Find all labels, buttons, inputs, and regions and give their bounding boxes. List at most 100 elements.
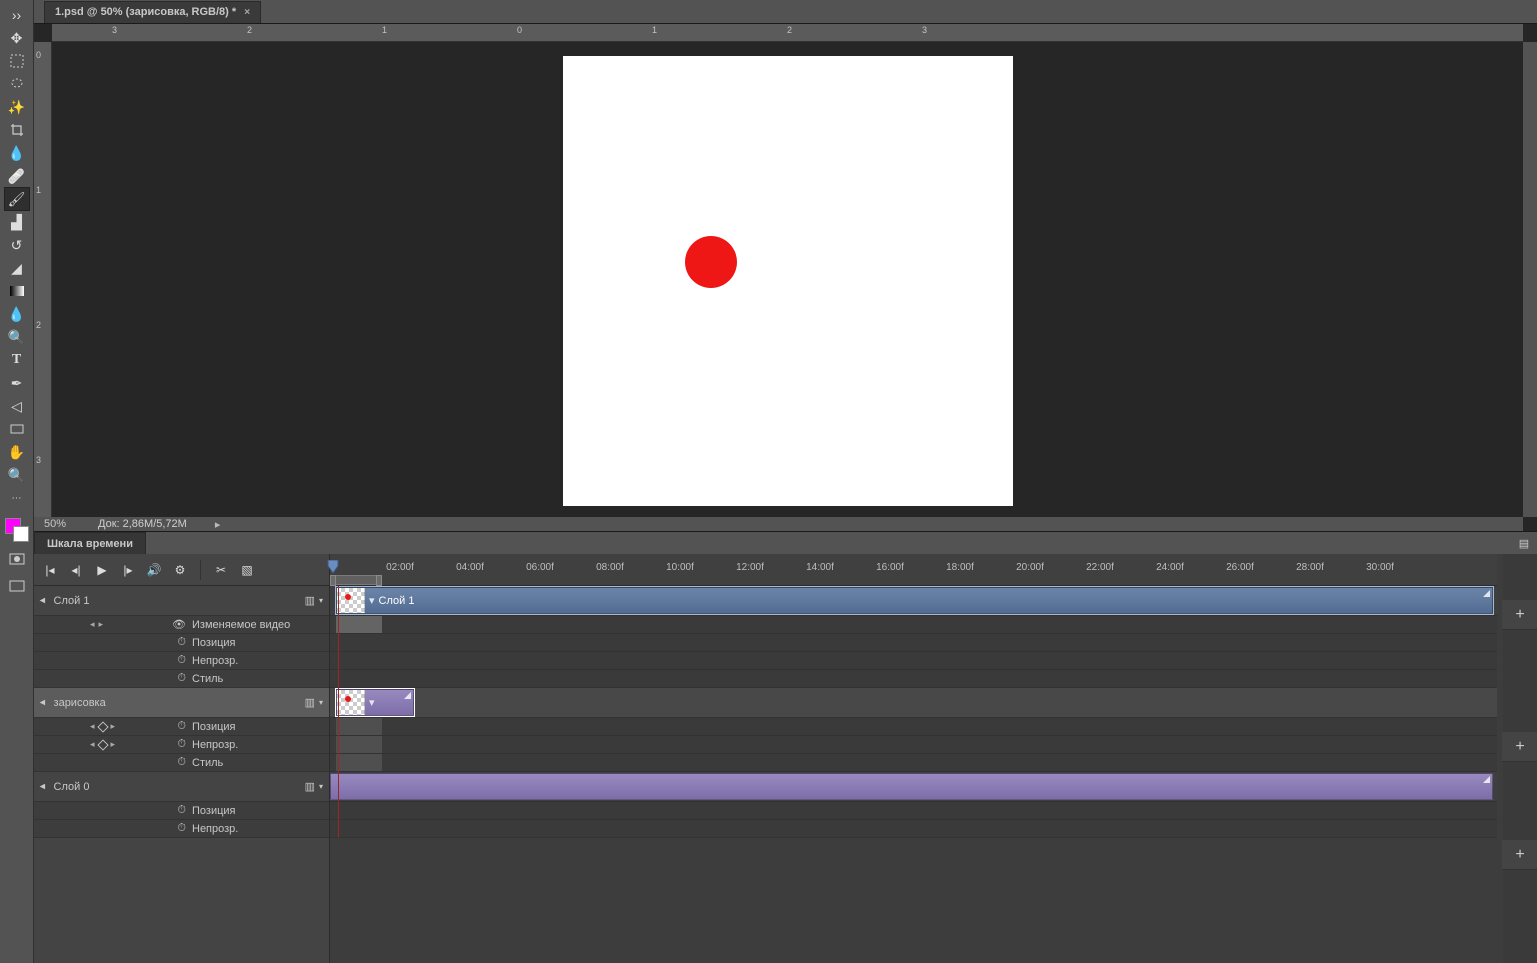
- type-tool[interactable]: T: [5, 349, 29, 371]
- work-area-start-handle[interactable]: [330, 575, 336, 586]
- healing-brush-tool[interactable]: 🩹: [5, 165, 29, 187]
- add-keyframe-icon[interactable]: [97, 721, 108, 732]
- layer-track[interactable]: ▾: [330, 688, 1497, 718]
- stopwatch-icon[interactable]: ⏱: [177, 822, 186, 835]
- magic-wand-tool[interactable]: ✨: [5, 96, 29, 118]
- stopwatch-icon[interactable]: ⏱: [177, 636, 186, 649]
- timeline-tab[interactable]: Шкала времени: [34, 532, 146, 554]
- property-row[interactable]: ⏱Позиция: [34, 634, 329, 652]
- move-tool[interactable]: ✥: [5, 27, 29, 49]
- chevron-down-icon[interactable]: ▾: [369, 594, 375, 607]
- property-track[interactable]: [330, 616, 1497, 634]
- add-track-button[interactable]: +: [1502, 732, 1537, 762]
- property-row[interactable]: ◂▸⏱Непрозр.: [34, 736, 329, 754]
- path-selection-tool[interactable]: ◁: [5, 395, 29, 417]
- eraser-tool[interactable]: ◢: [5, 257, 29, 279]
- property-track[interactable]: [330, 670, 1497, 688]
- property-row[interactable]: ⏱Стиль: [34, 670, 329, 688]
- rectangle-tool[interactable]: [5, 418, 29, 440]
- prev-keyframe-icon[interactable]: ◂: [90, 619, 95, 630]
- property-track[interactable]: [330, 634, 1497, 652]
- clone-stamp-tool[interactable]: ▟: [5, 211, 29, 233]
- visibility-icon[interactable]: 👁: [172, 618, 186, 631]
- pen-tool[interactable]: ✒: [5, 372, 29, 394]
- blur-tool[interactable]: 💧: [5, 303, 29, 325]
- gradient-tool[interactable]: [5, 280, 29, 302]
- property-track[interactable]: [330, 754, 1497, 772]
- prev-frame-button[interactable]: ◂|: [68, 562, 84, 578]
- audio-button[interactable]: 🔊: [146, 562, 162, 578]
- statusbar-more-icon[interactable]: ▸: [215, 518, 221, 531]
- zoom-tool[interactable]: 🔍: [5, 464, 29, 486]
- property-row[interactable]: ⏱Непрозр.: [34, 652, 329, 670]
- property-row[interactable]: ◂▸👁Изменяемое видео: [34, 616, 329, 634]
- scrollbar-vertical[interactable]: [1523, 42, 1537, 517]
- layer-header[interactable]: ▾ Слой 0 ▥▾: [34, 772, 329, 802]
- timeline-clip[interactable]: ▾: [336, 689, 414, 716]
- zoom-input[interactable]: [44, 518, 84, 530]
- more-tools-icon[interactable]: ⋯: [5, 487, 29, 509]
- play-button[interactable]: ▶: [94, 562, 110, 578]
- chevron-down-icon[interactable]: ▾: [36, 598, 49, 604]
- timeline-clip[interactable]: ▾Слой 1: [336, 587, 1493, 614]
- clip-handle-icon[interactable]: [1483, 590, 1490, 597]
- close-icon[interactable]: ×: [244, 7, 250, 18]
- stopwatch-icon[interactable]: ⏱: [177, 738, 186, 751]
- layer-track[interactable]: [330, 772, 1497, 802]
- property-track[interactable]: [330, 652, 1497, 670]
- stopwatch-icon[interactable]: ⏱: [177, 654, 186, 667]
- property-track[interactable]: [330, 736, 1497, 754]
- prev-keyframe-icon[interactable]: ◂: [90, 721, 95, 732]
- adjust-duration-icon[interactable]: ▥: [305, 696, 315, 709]
- stopwatch-icon[interactable]: ⏱: [177, 756, 186, 769]
- chevron-small-icon[interactable]: ▾: [319, 596, 323, 605]
- work-area[interactable]: [330, 575, 382, 585]
- property-track[interactable]: [330, 802, 1497, 820]
- marquee-tool[interactable]: [5, 50, 29, 72]
- canvas[interactable]: [563, 56, 1013, 506]
- settings-button[interactable]: ⚙: [172, 562, 188, 578]
- layer-header[interactable]: ▾ Слой 1 ▥▾: [34, 586, 329, 616]
- keyframe-segment[interactable]: [336, 616, 382, 633]
- screen-mode-icon[interactable]: [5, 575, 29, 597]
- lasso-tool[interactable]: [5, 73, 29, 95]
- property-row[interactable]: ⏱Позиция: [34, 802, 329, 820]
- clip-handle-icon[interactable]: [1483, 776, 1490, 783]
- timeline-clip[interactable]: [330, 773, 1493, 800]
- document-tab[interactable]: 1.psd @ 50% (зарисовка, RGB/8) * ×: [44, 1, 261, 23]
- chevron-small-icon[interactable]: ▾: [319, 698, 323, 707]
- prev-keyframe-icon[interactable]: ◂: [90, 739, 95, 750]
- property-row[interactable]: ⏱Стиль: [34, 754, 329, 772]
- ruler-vertical[interactable]: 0123: [34, 42, 52, 517]
- adjust-duration-icon[interactable]: ▥: [305, 780, 315, 793]
- background-color[interactable]: [13, 526, 29, 542]
- adjust-duration-icon[interactable]: ▥: [305, 594, 315, 607]
- property-track[interactable]: [330, 820, 1497, 838]
- timeline-ruler[interactable]: 02:00f04:00f06:00f08:00f10:00f12:00f14:0…: [330, 554, 1497, 586]
- history-brush-tool[interactable]: ↺: [5, 234, 29, 256]
- chevron-down-icon[interactable]: ▾: [369, 696, 375, 709]
- quick-mask-icon[interactable]: [5, 548, 29, 570]
- next-keyframe-icon[interactable]: ▸: [111, 739, 116, 750]
- go-to-start-button[interactable]: |◂: [42, 562, 58, 578]
- swatches[interactable]: [3, 516, 31, 544]
- eyedropper-tool[interactable]: 💧: [5, 142, 29, 164]
- dodge-tool[interactable]: 🔍: [5, 326, 29, 348]
- stopwatch-icon[interactable]: ⏱: [177, 804, 186, 817]
- next-keyframe-icon[interactable]: ▸: [111, 721, 116, 732]
- crop-tool[interactable]: [5, 119, 29, 141]
- brush-tool[interactable]: 🖌: [5, 188, 29, 210]
- stopwatch-icon[interactable]: ⏱: [177, 672, 186, 685]
- chevron-down-icon[interactable]: ▾: [36, 784, 49, 790]
- property-track[interactable]: [330, 718, 1497, 736]
- property-row[interactable]: ◂▸⏱Позиция: [34, 718, 329, 736]
- transition-button[interactable]: ▧: [239, 562, 255, 578]
- ruler-horizontal[interactable]: 3210123: [52, 24, 1523, 42]
- add-keyframe-icon[interactable]: [97, 739, 108, 750]
- stopwatch-icon[interactable]: ⏱: [177, 720, 186, 733]
- playhead[interactable]: [327, 560, 339, 574]
- panel-menu-icon[interactable]: ▤: [1511, 532, 1537, 554]
- layer-header[interactable]: ▾ зарисовка ▥▾: [34, 688, 329, 718]
- hand-tool[interactable]: ✋: [5, 441, 29, 463]
- add-track-button[interactable]: +: [1502, 600, 1537, 630]
